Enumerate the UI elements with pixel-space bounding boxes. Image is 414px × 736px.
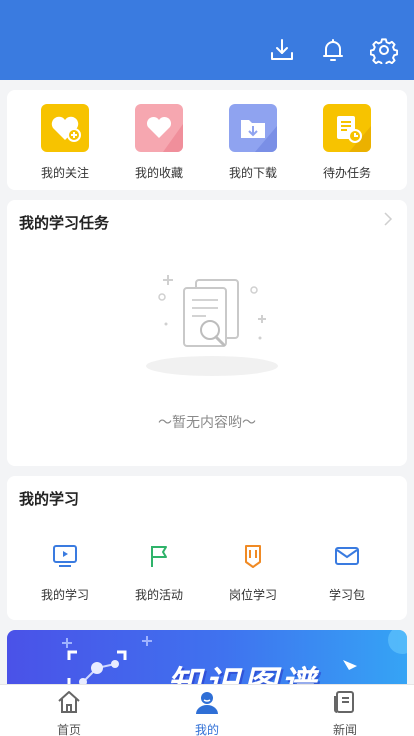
study-item-label: 我的活动 <box>134 588 183 602</box>
bottom-tab-bar: 首页 我的 新闻 <box>0 684 414 736</box>
badge-icon <box>245 545 261 568</box>
quick-actions-card: 我的关注 我的收藏 我的下载 待办任务 <box>7 90 407 190</box>
empty-state-text: ～暂无内容哟～ <box>158 415 256 431</box>
user-icon <box>196 692 218 714</box>
study-item-study-pack[interactable]: 学习包 <box>307 542 387 603</box>
download-icon[interactable] <box>268 36 296 64</box>
news-icon <box>334 691 354 713</box>
quick-action-label: 我的关注 <box>40 166 89 180</box>
top-header <box>0 0 414 80</box>
my-study-card: 我的学习 我的学习 我的活动 岗位学习 学习包 <box>7 476 407 620</box>
flag-icon <box>151 546 167 567</box>
quick-action-follow[interactable]: 我的关注 <box>25 104 105 181</box>
tab-mine[interactable]: 我的 <box>162 689 252 736</box>
quick-action-downloads[interactable]: 我的下载 <box>213 104 293 181</box>
todo-document-icon <box>323 104 371 152</box>
quick-action-label: 待办任务 <box>322 166 371 180</box>
section-title: 我的学习 <box>19 490 80 508</box>
study-item-label: 学习包 <box>328 588 365 602</box>
empty-state-illustration <box>146 275 278 376</box>
study-item-my-learning[interactable]: 我的学习 <box>25 542 105 603</box>
envelope-icon <box>335 547 359 565</box>
quick-action-label: 我的收藏 <box>134 166 183 180</box>
tab-label: 首页 <box>56 723 81 736</box>
play-screen-icon <box>53 545 77 567</box>
section-title: 我的学习任务 <box>19 214 110 232</box>
bell-icon[interactable] <box>319 36 347 64</box>
heart-plus-icon <box>41 104 89 152</box>
tab-news[interactable]: 新闻 <box>300 689 390 736</box>
tab-label: 我的 <box>194 723 219 736</box>
learning-task-card: 我的学习任务 ～暂无内容哟～ <box>7 200 407 466</box>
study-item-my-activities[interactable]: 我的活动 <box>119 542 199 603</box>
quick-action-todo[interactable]: 待办任务 <box>307 104 387 181</box>
settings-gear-icon[interactable] <box>370 36 398 64</box>
tab-label: 新闻 <box>332 723 357 736</box>
quick-action-favorites[interactable]: 我的收藏 <box>119 104 199 181</box>
study-item-label: 岗位学习 <box>228 588 277 602</box>
chevron-right-icon[interactable] <box>383 212 393 226</box>
study-item-label: 我的学习 <box>40 588 89 602</box>
home-icon <box>58 691 80 713</box>
knowledge-graph-banner[interactable]: 知识图谱 <box>7 630 407 690</box>
study-item-job-learning[interactable]: 岗位学习 <box>213 542 293 603</box>
folder-download-icon <box>229 104 277 152</box>
quick-action-label: 我的下载 <box>228 166 277 180</box>
tab-home[interactable]: 首页 <box>24 689 114 736</box>
heart-icon <box>135 104 183 152</box>
